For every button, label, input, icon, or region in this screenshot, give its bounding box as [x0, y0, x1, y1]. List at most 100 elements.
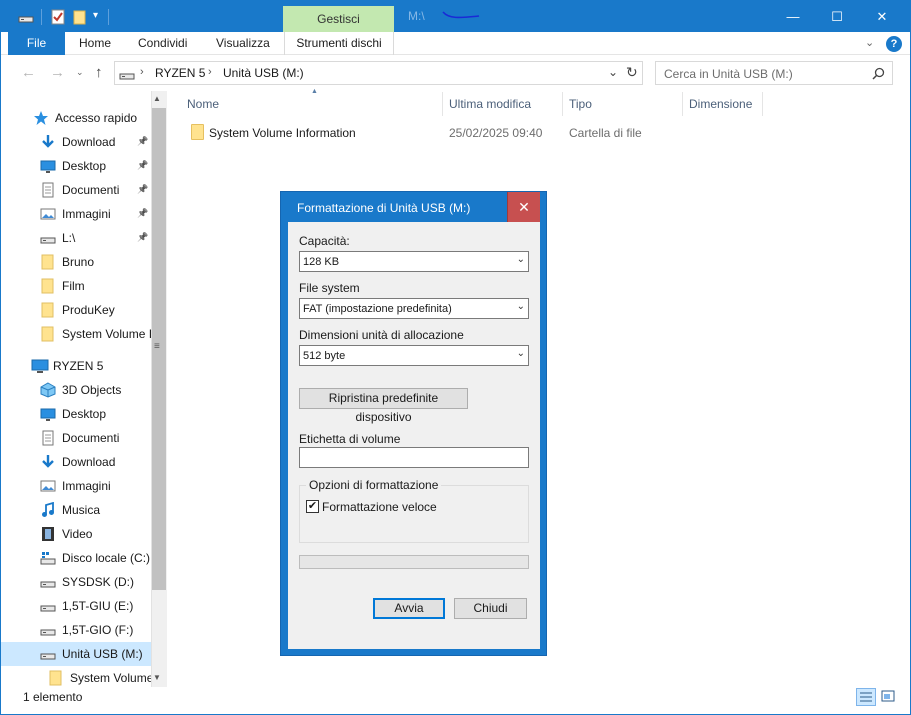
- quick-format-checkbox[interactable]: ✔: [306, 500, 319, 513]
- breadcrumb-usb-drive[interactable]: Unità USB (M:): [223, 66, 304, 80]
- nav-item-immagini[interactable]: Immagini 📌: [1, 202, 151, 226]
- document-icon: [40, 430, 56, 446]
- video-icon: [40, 526, 56, 542]
- recent-locations-icon[interactable]: ⌄: [76, 67, 84, 78]
- close-dialog-button[interactable]: Chiudi: [454, 598, 527, 619]
- folder-icon: [40, 302, 56, 318]
- nav-item-system-volume-i[interactable]: System Volume I: [1, 322, 151, 346]
- nav-item-produkey[interactable]: ProduKey: [1, 298, 151, 322]
- nav-item-label: Disco locale (C:): [62, 551, 151, 565]
- chevron-down-icon: ⌄: [516, 348, 525, 359]
- refresh-icon[interactable]: ↻: [626, 64, 638, 81]
- nav-item-1-5t-gio-f-[interactable]: 1,5T-GIO (F:): [1, 618, 151, 642]
- pictures-icon: [40, 206, 56, 222]
- search-icon[interactable]: [872, 67, 885, 80]
- column-header-type[interactable]: Tipo: [563, 92, 683, 116]
- chevron-down-icon[interactable]: ⌄: [865, 36, 874, 49]
- nav-item-film[interactable]: Film: [1, 274, 151, 298]
- nav-item-video[interactable]: Video: [1, 522, 151, 546]
- breadcrumb-ryzen5[interactable]: RYZEN 5: [155, 66, 205, 80]
- large-icons-view-button[interactable]: [879, 688, 899, 706]
- capacity-select[interactable]: 128 KB ⌄: [299, 251, 529, 272]
- customize-quick-access-icon[interactable]: ▾: [93, 10, 98, 21]
- allocation-size-select[interactable]: 512 byte ⌄: [299, 345, 529, 366]
- nav-this-pc[interactable]: RYZEN 5: [1, 354, 151, 378]
- column-header-size[interactable]: Dimensione: [683, 92, 763, 116]
- nav-item-l-[interactable]: L:\ 📌: [1, 226, 151, 250]
- up-arrow-icon[interactable]: ↑: [95, 64, 103, 81]
- properties-icon[interactable]: [50, 9, 66, 25]
- nav-item-desktop[interactable]: Desktop 📌: [1, 154, 151, 178]
- title-bar: ▾ Gestisci M:\ — ☐ ✕: [1, 1, 910, 32]
- nav-item-download[interactable]: Download: [1, 450, 151, 474]
- search-input[interactable]: Cerca in Unità USB (M:): [655, 61, 893, 85]
- desktop-icon: [40, 406, 56, 422]
- tab-visualizza[interactable]: Visualizza: [216, 32, 270, 55]
- nav-item-sysdsk-d-[interactable]: SYSDSK (D:): [1, 570, 151, 594]
- computer-icon: [31, 358, 49, 374]
- navigation-pane: Accesso rapido Download 📌 Desktop 📌 Documenti…: [1, 91, 168, 687]
- nav-item-unit-usb-m-[interactable]: Unità USB (M:): [1, 642, 151, 666]
- nav-item-label: Download: [62, 455, 116, 469]
- table-row[interactable]: System Volume Information 25/02/2025 09:…: [181, 120, 763, 144]
- new-folder-icon[interactable]: [72, 9, 88, 25]
- nav-item-label: Documenti: [62, 431, 120, 445]
- forward-arrow-icon[interactable]: →: [50, 64, 65, 81]
- file-system-label: File system: [299, 281, 360, 295]
- minimize-button[interactable]: —: [770, 1, 816, 32]
- nav-item-musica[interactable]: Musica: [1, 498, 151, 522]
- nav-quick-access[interactable]: Accesso rapido: [1, 106, 151, 130]
- nav-item-system-volume[interactable]: System Volume: [1, 666, 151, 690]
- column-header-name[interactable]: Nome: [181, 92, 443, 116]
- details-view-button[interactable]: [856, 688, 876, 706]
- nav-item-desktop[interactable]: Desktop: [1, 402, 151, 426]
- ribbon-tabs: File Home Condividi Visualizza Strumenti…: [1, 32, 910, 55]
- context-tab-gestisci[interactable]: Gestisci: [283, 6, 394, 32]
- scroll-down-icon[interactable]: ▼: [153, 673, 161, 682]
- back-arrow-icon[interactable]: ←: [21, 64, 36, 81]
- nav-item-label: Musica: [62, 503, 101, 517]
- maximize-button[interactable]: ☐: [814, 1, 860, 32]
- nav-item-disco-locale-c-[interactable]: Disco locale (C:): [1, 546, 151, 570]
- nav-item-label: System Volume: [70, 671, 151, 685]
- tab-file[interactable]: File: [8, 32, 65, 55]
- column-header-modified[interactable]: Ultima modifica: [443, 92, 563, 116]
- dialog-close-button[interactable]: ✕: [507, 192, 540, 222]
- quick-format-label[interactable]: Formattazione veloce: [322, 500, 437, 514]
- nav-item-label: System Volume I: [62, 327, 151, 341]
- nav-item-label: Desktop: [62, 407, 107, 421]
- close-button[interactable]: ✕: [859, 1, 905, 32]
- large-icons-view-icon: [881, 690, 895, 702]
- document-icon: [40, 182, 56, 198]
- nav-item-documenti[interactable]: Documenti: [1, 426, 151, 450]
- restore-defaults-button[interactable]: Ripristina predefinite dispositivo: [299, 388, 468, 424]
- help-icon[interactable]: ?: [886, 36, 902, 52]
- drive-icon: [40, 230, 56, 246]
- nav-item-3d-objects[interactable]: 3D Objects: [1, 378, 151, 402]
- volume-label-input[interactable]: [299, 447, 529, 468]
- breadcrumb-chevron-icon[interactable]: ›: [140, 66, 144, 78]
- address-dropdown-icon[interactable]: ⌄: [608, 65, 618, 79]
- breadcrumb-chevron-icon[interactable]: ›: [208, 66, 212, 78]
- start-button[interactable]: Avvia: [373, 598, 445, 619]
- nav-item-documenti[interactable]: Documenti 📌: [1, 178, 151, 202]
- drive-icon: [40, 622, 56, 638]
- nav-item-label: SYSDSK (D:): [62, 575, 135, 589]
- tab-condividi[interactable]: Condividi: [138, 32, 187, 55]
- tab-strumenti-dischi[interactable]: Strumenti dischi: [284, 32, 394, 55]
- nav-item-1-5t-giu-e-[interactable]: 1,5T-GIU (E:): [1, 594, 151, 618]
- format-options-group: [299, 485, 529, 543]
- nav-item-bruno[interactable]: Bruno: [1, 250, 151, 274]
- download-arrow-icon: [40, 454, 56, 470]
- scroll-up-icon[interactable]: ▲: [153, 94, 161, 103]
- tab-home[interactable]: Home: [79, 32, 111, 55]
- pin-icon: 📌: [137, 160, 149, 170]
- nav-item-download[interactable]: Download 📌: [1, 130, 151, 154]
- star-icon: [33, 110, 49, 126]
- capacity-label: Capacità:: [299, 234, 350, 248]
- address-bar[interactable]: › RYZEN 5 › Unità USB (M:) ⌄ ↻: [114, 61, 643, 85]
- nav-item-immagini[interactable]: Immagini: [1, 474, 151, 498]
- folder-icon: [48, 670, 64, 686]
- file-system-select[interactable]: FAT (impostazione predefinita) ⌄: [299, 298, 529, 319]
- drive-icon[interactable]: [18, 9, 34, 25]
